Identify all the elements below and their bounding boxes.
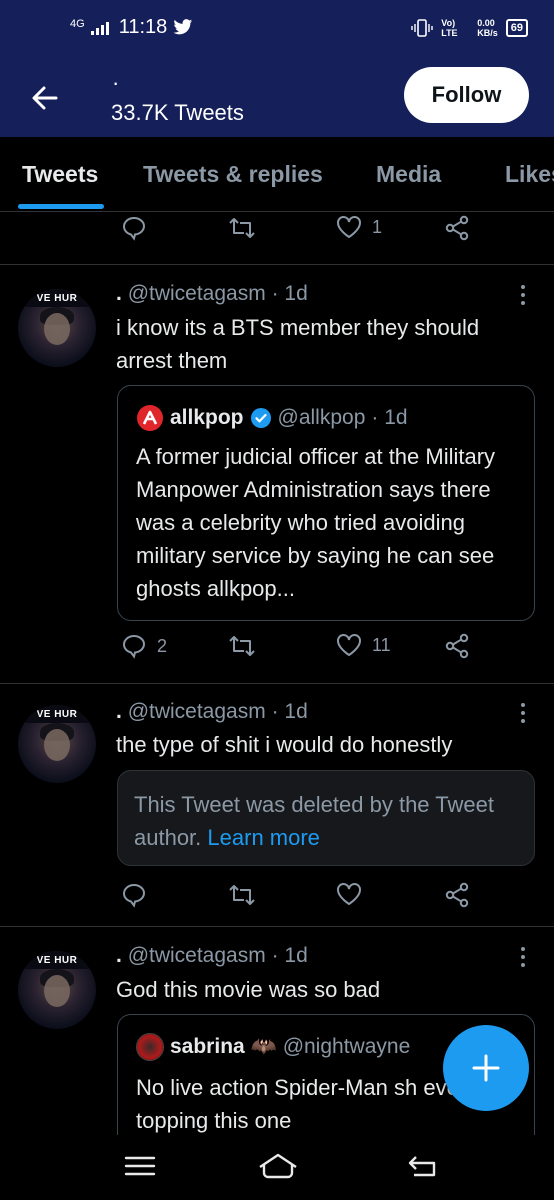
tweet-count: 33.7K Tweets — [111, 100, 244, 125]
divider — [0, 264, 554, 265]
twitter-icon — [173, 19, 193, 35]
quoted-avatar — [136, 1033, 164, 1061]
tweet-actions: 1 — [0, 215, 554, 255]
heart-icon — [337, 883, 361, 906]
reply-icon — [122, 883, 146, 908]
network-type: 4G — [70, 17, 85, 30]
compose-tweet-button[interactable] — [443, 1025, 529, 1111]
tweet-meta: . @twicetagasm · 1d — [116, 282, 308, 306]
avatar[interactable]: VE HUR — [18, 705, 96, 783]
verified-badge-icon — [250, 408, 271, 428]
reply-button[interactable] — [121, 215, 147, 241]
heart-icon — [337, 634, 361, 657]
retweet-button[interactable] — [228, 882, 256, 908]
tab-tweets[interactable]: Tweets — [22, 161, 98, 188]
tweet-actions: 2 11 — [0, 633, 554, 673]
share-button[interactable] — [444, 633, 470, 659]
like-button[interactable]: 1 — [336, 215, 382, 239]
divider — [0, 926, 554, 927]
tweet-meta: . @twicetagasm · 1d — [116, 700, 308, 724]
retweet-button[interactable] — [228, 215, 256, 241]
author-name: . — [116, 700, 122, 723]
retweet-icon — [229, 885, 255, 905]
back-icon[interactable] — [404, 1151, 444, 1181]
tweet-text: the type of shit i would do honestly — [116, 732, 453, 757]
tab-likes[interactable]: Likes — [505, 161, 554, 188]
quoted-tweet-time: · 1d — [371, 406, 408, 429]
share-icon — [445, 882, 469, 908]
profile-header: · 33.7K Tweets Follow — [0, 62, 554, 137]
quoted-author-handle: @allkpop — [277, 406, 366, 429]
reply-icon — [122, 634, 146, 659]
more-options-icon[interactable] — [518, 703, 528, 725]
plus-icon — [472, 1054, 500, 1082]
share-button[interactable] — [444, 215, 470, 241]
share-icon — [445, 633, 469, 659]
like-count: 11 — [372, 634, 391, 655]
share-icon — [445, 215, 469, 241]
tweet-actions — [0, 882, 554, 922]
avatar[interactable]: VE HUR — [18, 289, 96, 367]
tweet-time: · 1d — [271, 282, 308, 305]
menu-icon[interactable] — [120, 1151, 160, 1181]
vibrate-icon — [411, 19, 433, 37]
clock: 11:18 — [118, 16, 168, 38]
avatar[interactable]: VE HUR — [18, 951, 96, 1029]
learn-more-link[interactable]: Learn more — [207, 825, 320, 850]
tweet-text: God this movie was so bad — [116, 977, 381, 1002]
author-name: . — [116, 282, 122, 305]
quoted-tweet-header: allkpop @allkpop · 1d — [136, 404, 408, 432]
reply-button[interactable]: 2 — [121, 633, 167, 659]
share-button[interactable] — [444, 882, 470, 908]
quoted-author-name: sabrina 🦇 — [170, 1035, 277, 1058]
more-options-icon[interactable] — [518, 947, 528, 969]
more-options-icon[interactable] — [518, 285, 528, 307]
status-bar: 4G 11:18 Vo) LTE 0.00 KB/s 69 — [0, 0, 554, 62]
quoted-author-handle: @nightwayne — [282, 1035, 411, 1058]
author-handle: @twicetagasm — [127, 944, 266, 967]
quoted-tweet-text: A former judicial officer at the Militar… — [136, 444, 496, 601]
system-nav-bar — [0, 1135, 554, 1200]
tweet-time: · 1d — [271, 944, 308, 967]
author-name: . — [116, 944, 122, 967]
profile-tabs: Tweets Tweets & replies Media Likes — [0, 137, 554, 212]
back-arrow-icon[interactable] — [26, 78, 66, 118]
reply-button[interactable] — [121, 882, 147, 908]
like-button[interactable]: 11 — [336, 633, 391, 657]
reply-count: 2 — [157, 635, 168, 656]
quoted-author-name: allkpop — [170, 406, 244, 429]
retweet-button[interactable] — [228, 633, 256, 659]
tweet-time: · 1d — [271, 700, 308, 723]
heart-icon — [337, 216, 361, 239]
like-count: 1 — [372, 216, 383, 237]
quoted-tweet[interactable]: allkpop @allkpop · 1d A former judicial … — [117, 385, 535, 621]
tab-tweets-replies[interactable]: Tweets & replies — [143, 161, 323, 188]
author-handle: @twicetagasm — [127, 282, 266, 305]
active-tab-indicator — [18, 204, 104, 209]
author-handle: @twicetagasm — [127, 700, 266, 723]
like-button[interactable] — [336, 882, 362, 906]
profile-name: · — [112, 70, 120, 95]
reply-icon — [122, 216, 146, 241]
allkpop-logo-icon — [137, 405, 163, 431]
tweet-text: i know its a BTS member they should arre… — [116, 315, 480, 373]
follow-button[interactable]: Follow — [404, 67, 529, 123]
divider — [0, 683, 554, 684]
retweet-icon — [229, 218, 255, 238]
net-speed: 0.00 KB/s — [477, 18, 498, 38]
battery-indicator: 69 — [505, 19, 528, 37]
signal-icon — [90, 21, 113, 35]
quoted-tweet-header: sabrina 🦇 @nightwayne — [136, 1033, 410, 1061]
retweet-icon — [229, 636, 255, 656]
tweet-meta: . @twicetagasm · 1d — [116, 944, 308, 968]
volte-indicator: Vo) LTE — [441, 18, 458, 38]
deleted-tweet-notice: This Tweet was deleted by the Tweet auth… — [117, 770, 535, 866]
home-icon[interactable] — [256, 1151, 300, 1181]
tab-media[interactable]: Media — [376, 161, 441, 188]
